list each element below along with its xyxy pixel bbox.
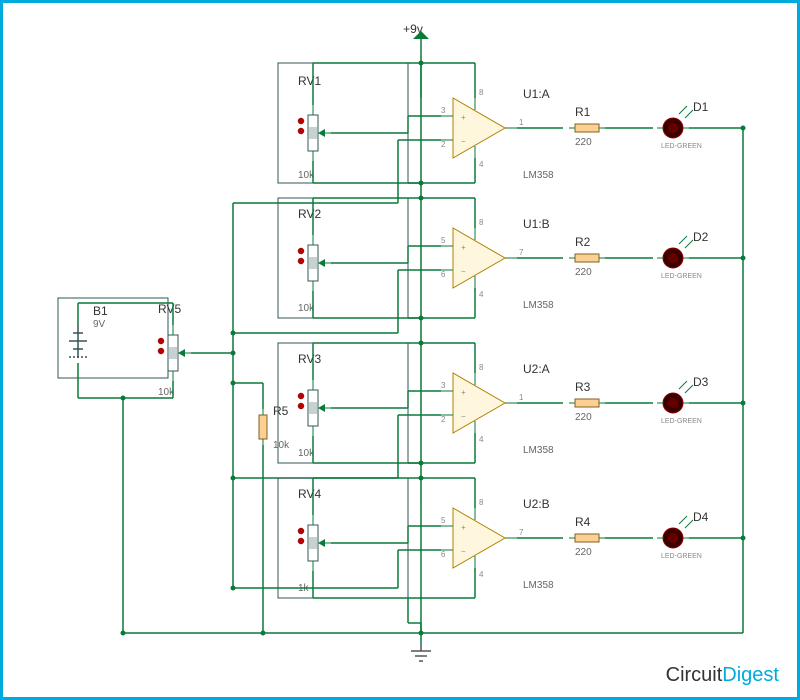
svg-text:2: 2 bbox=[441, 415, 446, 424]
svg-text:RV1: RV1 bbox=[298, 74, 321, 88]
svg-text:U2:A: U2:A bbox=[523, 362, 550, 376]
svg-text:LM358: LM358 bbox=[523, 580, 554, 591]
svg-text:R5: R5 bbox=[273, 404, 289, 418]
svg-text:9V: 9V bbox=[93, 319, 106, 330]
svg-text:LM358: LM358 bbox=[523, 170, 554, 181]
svg-text:6: 6 bbox=[441, 550, 446, 559]
svg-text:U2:B: U2:B bbox=[523, 497, 550, 511]
svg-text:B1: B1 bbox=[93, 304, 108, 318]
svg-text:8: 8 bbox=[479, 88, 484, 97]
svg-text:220: 220 bbox=[575, 412, 592, 423]
svg-text:220: 220 bbox=[575, 267, 592, 278]
schematic-frame: + − bbox=[0, 0, 800, 700]
svg-text:8: 8 bbox=[479, 363, 484, 372]
svg-text:220: 220 bbox=[575, 547, 592, 558]
svg-text:1: 1 bbox=[519, 118, 524, 127]
svg-text:R3: R3 bbox=[575, 380, 591, 394]
svg-text:5: 5 bbox=[441, 236, 446, 245]
svg-text:1: 1 bbox=[519, 393, 524, 402]
svg-text:RV4: RV4 bbox=[298, 487, 321, 501]
schematic-svg: + − bbox=[3, 3, 797, 697]
svg-text:LED-GREEN: LED-GREEN bbox=[661, 553, 702, 560]
svg-text:3: 3 bbox=[441, 106, 446, 115]
svg-text:7: 7 bbox=[519, 248, 524, 257]
brand-b: Digest bbox=[722, 664, 779, 686]
svg-text:6: 6 bbox=[441, 270, 446, 279]
svg-text:LED-GREEN: LED-GREEN bbox=[661, 418, 702, 425]
svg-text:8: 8 bbox=[479, 498, 484, 507]
svg-text:7: 7 bbox=[519, 528, 524, 537]
svg-text:D2: D2 bbox=[693, 230, 709, 244]
svg-text:4: 4 bbox=[479, 570, 484, 579]
svg-text:LED-GREEN: LED-GREEN bbox=[661, 143, 702, 150]
svg-text:LM358: LM358 bbox=[523, 445, 554, 456]
svg-text:5: 5 bbox=[441, 516, 446, 525]
svg-text:U1:A: U1:A bbox=[523, 87, 550, 101]
svg-text:RV3: RV3 bbox=[298, 352, 321, 366]
svg-text:R1: R1 bbox=[575, 105, 591, 119]
svg-text:4: 4 bbox=[479, 290, 484, 299]
battery: B1 9V bbox=[58, 298, 168, 378]
svg-text:220: 220 bbox=[575, 137, 592, 148]
svg-text:U1:B: U1:B bbox=[523, 217, 550, 231]
svg-text:D3: D3 bbox=[693, 375, 709, 389]
svg-text:2: 2 bbox=[441, 140, 446, 149]
svg-text:RV5: RV5 bbox=[158, 302, 181, 316]
svg-text:4: 4 bbox=[479, 160, 484, 169]
brand-logo: CircuitDigest bbox=[666, 664, 779, 687]
svg-text:D4: D4 bbox=[693, 510, 709, 524]
svg-text:RV2: RV2 bbox=[298, 207, 321, 221]
svg-text:10k: 10k bbox=[273, 440, 290, 451]
svg-text:3: 3 bbox=[441, 381, 446, 390]
input-pot: RV5 10k bbox=[158, 302, 191, 398]
svg-text:LED-GREEN: LED-GREEN bbox=[661, 273, 702, 280]
svg-text:8: 8 bbox=[479, 218, 484, 227]
input-resistor: R5 10k bbox=[259, 404, 290, 451]
svg-text:R4: R4 bbox=[575, 515, 591, 529]
svg-text:D1: D1 bbox=[693, 100, 709, 114]
brand-a: Circuit bbox=[666, 664, 723, 686]
svg-text:LM358: LM358 bbox=[523, 300, 554, 311]
svg-text:4: 4 bbox=[479, 435, 484, 444]
svg-text:R2: R2 bbox=[575, 235, 591, 249]
